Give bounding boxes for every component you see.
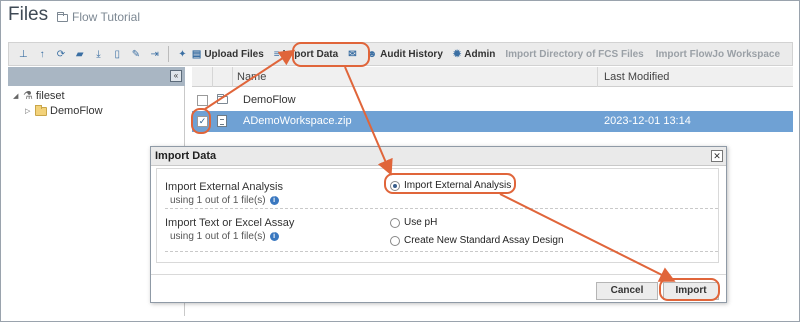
- radio-create-standard-assay[interactable]: Create New Standard Assay Design: [390, 235, 564, 246]
- gear-icon: ✹: [452, 48, 462, 60]
- radio-button[interactable]: [390, 235, 400, 246]
- grid-header: Name Last Modified: [192, 67, 793, 87]
- download-icon[interactable]: ⤓: [89, 45, 108, 63]
- admin-button[interactable]: ✹ Admin: [453, 49, 496, 60]
- column-header-modified[interactable]: Last Modified: [604, 71, 669, 83]
- audit-history-button[interactable]: ☻ Audit History: [367, 49, 443, 60]
- import-flowjo-button[interactable]: Import FlowJo Workspace: [656, 49, 780, 60]
- callout-import-data: [292, 42, 370, 67]
- column-divider: [232, 67, 233, 87]
- option-subtext: using 1 out of 1 file(s) i: [165, 195, 283, 206]
- tree-item-demoflow[interactable]: ▷ DemoFlow: [25, 104, 103, 117]
- breadcrumb-label: Flow Tutorial: [72, 10, 141, 24]
- toolbar: ⊥ ↑ ⟳ ▰ ⤓ ▯ ✎ ⇥ ✦ ▤ Upload Files ≡ Impor…: [8, 42, 793, 66]
- last-modified: 2023-12-01 13:14: [604, 115, 691, 127]
- file-icon: [217, 115, 227, 130]
- file-name[interactable]: ADemoWorkspace.zip: [243, 115, 352, 127]
- arrow-up-icon[interactable]: ↑: [33, 45, 52, 63]
- file-count-text: using 1 out of 1 file(s): [170, 195, 266, 206]
- flask-icon: ⚗: [23, 90, 33, 102]
- file-count-text: using 1 out of 1 file(s): [170, 231, 266, 242]
- table-row[interactable]: DemoFlow: [192, 90, 793, 111]
- callout-external-analysis: [384, 173, 516, 194]
- radio-use-ph[interactable]: Use pH: [390, 217, 437, 228]
- close-icon[interactable]: ✕: [711, 150, 723, 162]
- collapsed-arrow-icon[interactable]: ▷: [25, 107, 32, 115]
- breadcrumb[interactable]: Flow Tutorial: [57, 10, 140, 24]
- callout-checkbox: [191, 108, 211, 134]
- tree-item-fileset[interactable]: ◢ ⚗ fileset: [13, 89, 65, 103]
- sitemap-icon[interactable]: ⊥: [14, 45, 33, 63]
- wrench-icon[interactable]: ✦: [173, 45, 192, 63]
- folder-icon: [35, 104, 47, 116]
- page-title: Files: [8, 4, 49, 25]
- table-row[interactable]: ✓ ADemoWorkspace.zip 2023-12-01 13:14: [192, 111, 793, 132]
- column-divider: [212, 67, 213, 87]
- import-data-dialog: Import Data ✕ Import External Analysis u…: [150, 146, 727, 303]
- option-subtext: using 1 out of 1 file(s) i: [165, 231, 294, 242]
- callout-import-button: [659, 278, 720, 301]
- new-folder-icon[interactable]: ▰: [70, 45, 89, 63]
- radio-label: Create New Standard Assay Design: [404, 235, 564, 246]
- folder-icon: [57, 12, 68, 22]
- refresh-icon[interactable]: ⟳: [52, 45, 71, 63]
- info-icon[interactable]: i: [269, 196, 279, 205]
- footer-divider: [151, 274, 726, 275]
- folder-icon: [217, 94, 228, 106]
- row-checkbox[interactable]: [197, 95, 208, 106]
- radio-button[interactable]: [390, 217, 400, 228]
- tree-item-label: fileset: [35, 89, 65, 102]
- radio-label: Use pH: [404, 217, 438, 228]
- cancel-button[interactable]: Cancel: [596, 282, 658, 300]
- tree-panel-header: «: [8, 67, 185, 86]
- divider: [165, 251, 718, 252]
- option-label: Import Text or Excel Assay: [165, 217, 295, 229]
- toolbar-separator: [168, 46, 170, 62]
- info-icon[interactable]: i: [269, 232, 279, 241]
- option-text-excel-assay: Import Text or Excel Assay using 1 out o…: [165, 217, 294, 242]
- move-icon[interactable]: ⇥: [145, 45, 164, 63]
- edit-icon[interactable]: ✎: [127, 45, 146, 63]
- option-label: Import External Analysis: [165, 181, 283, 193]
- option-external-analysis: Import External Analysis using 1 out of …: [165, 181, 283, 206]
- collapse-panel-button[interactable]: «: [170, 70, 182, 82]
- database-icon: ≡: [273, 48, 280, 60]
- tree-item-label: DemoFlow: [50, 105, 103, 117]
- expand-arrow-icon[interactable]: ◢: [13, 92, 20, 100]
- delete-icon[interactable]: ▯: [108, 45, 127, 63]
- file-name[interactable]: DemoFlow: [243, 94, 296, 106]
- upload-files-button[interactable]: ▤ Upload Files: [192, 49, 264, 60]
- column-header-name[interactable]: Name: [237, 71, 266, 83]
- column-divider: [597, 67, 598, 87]
- audit-history-label: Audit History: [380, 48, 443, 60]
- admin-label: Admin: [464, 48, 496, 60]
- dialog-title: Import Data: [151, 147, 726, 166]
- upload-files-label: Upload Files: [204, 48, 264, 60]
- divider: [165, 208, 718, 209]
- import-directory-button[interactable]: Import Directory of FCS Files: [505, 49, 643, 60]
- upload-icon: ▤: [191, 48, 202, 60]
